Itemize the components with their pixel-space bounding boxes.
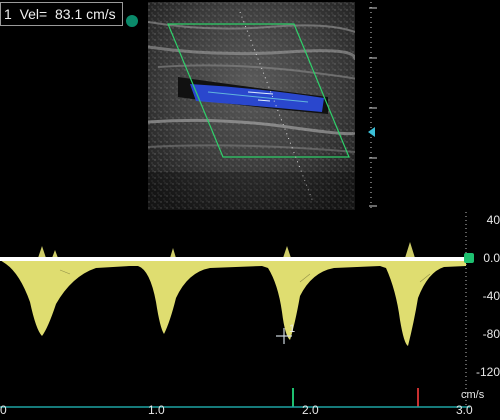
velocity-tick: -40: [482, 289, 500, 303]
velocity-readout: 1 Vel= 83.1 cm/s: [0, 2, 123, 26]
baseline-handle[interactable]: [464, 253, 474, 263]
spectral-waveform: [0, 260, 466, 346]
bmode-image: [148, 2, 355, 210]
focus-marker[interactable]: [368, 127, 375, 137]
cursor-label: 1: [289, 323, 296, 335]
velocity-tick: -120: [475, 365, 500, 379]
velocity-unit: cm/s: [461, 389, 485, 401]
velocity-tick: -80: [482, 327, 500, 341]
readout-status-dot: [126, 15, 138, 27]
velocity-tick: 0.0: [483, 251, 500, 265]
time-tick: 3.0: [456, 403, 473, 417]
time-tick: 2.0: [302, 403, 319, 417]
doppler-spectrum: [0, 212, 467, 407]
time-tick: 0: [0, 403, 7, 417]
velocity-tick: 40: [486, 213, 500, 227]
time-axis: [0, 406, 470, 408]
time-tick: 1.0: [148, 403, 165, 417]
depth-scale: [369, 2, 377, 210]
